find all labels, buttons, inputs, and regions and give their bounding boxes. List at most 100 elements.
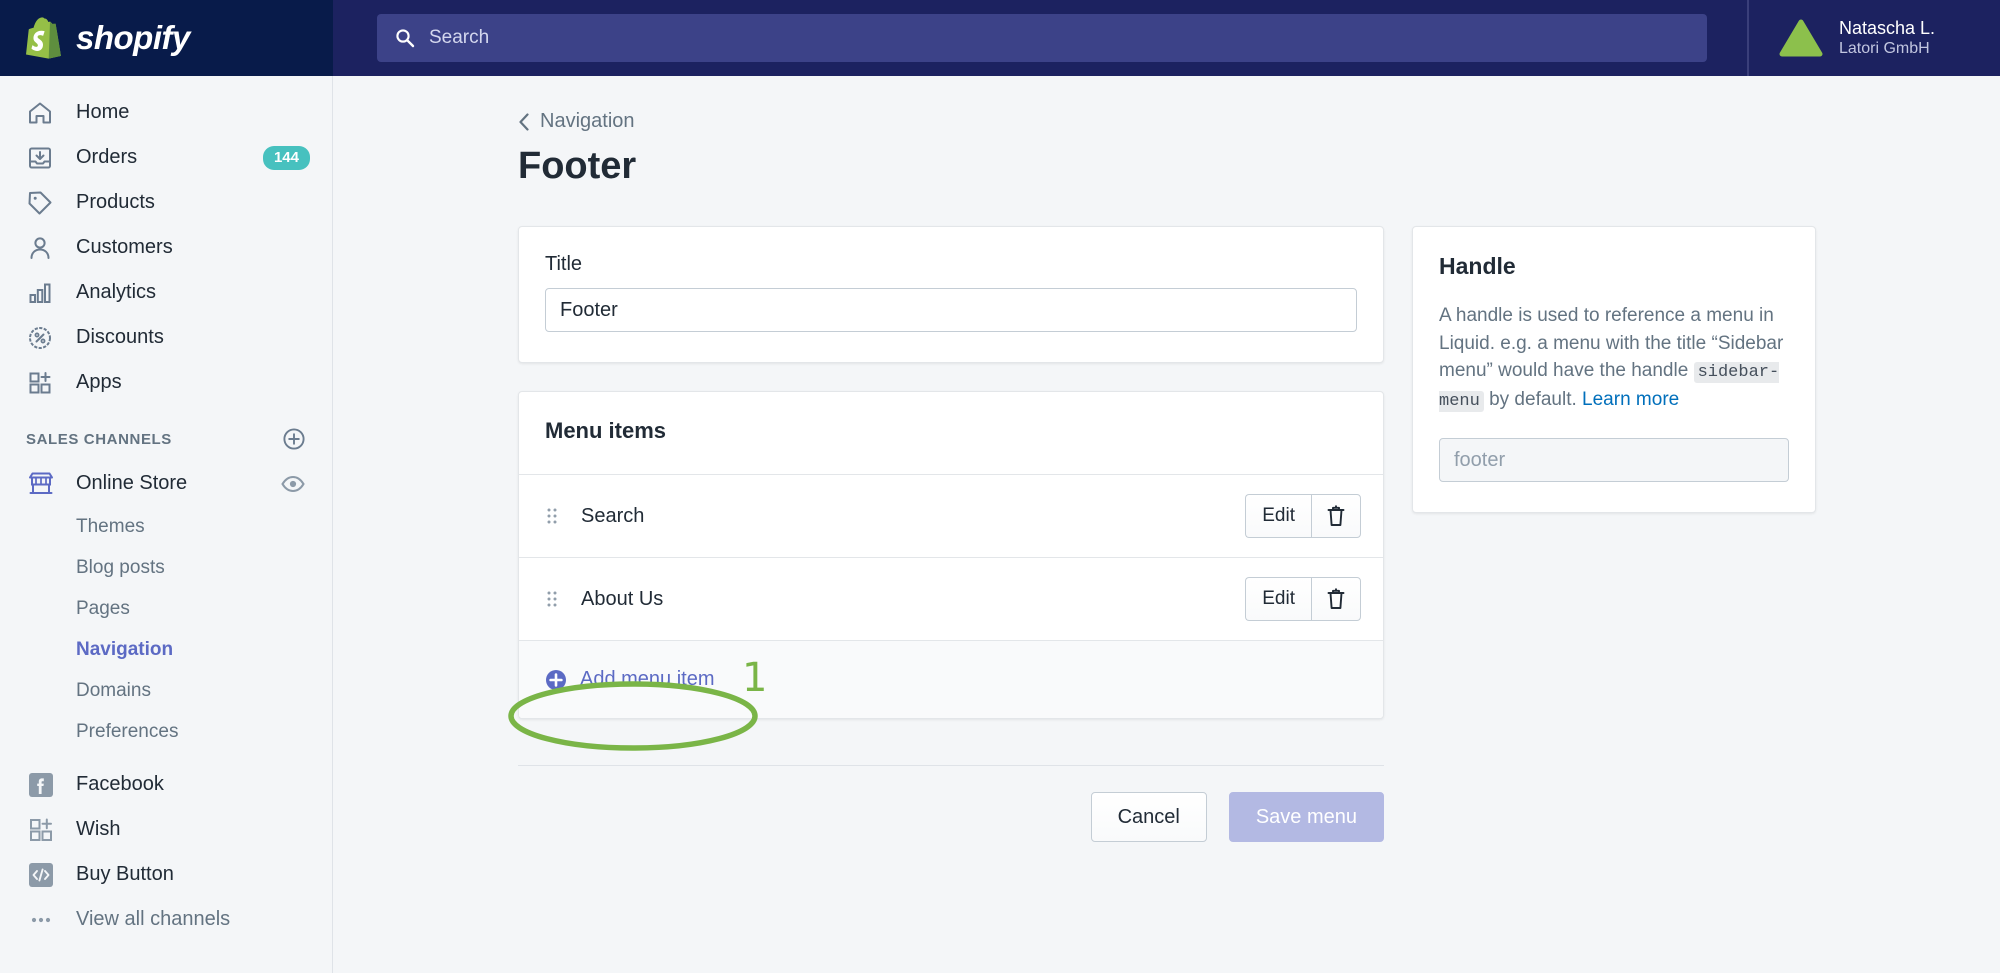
wish-grid-icon [30, 818, 52, 841]
sidebar-item-apps[interactable]: Apps [0, 360, 332, 405]
menu-item-label: Search [581, 504, 645, 527]
trash-icon [1327, 588, 1345, 609]
secondary-column: Handle A handle is used to reference a m… [1412, 226, 1816, 514]
edit-button[interactable]: Edit [1245, 577, 1311, 621]
sidebar-item-label: Customers [76, 236, 173, 258]
save-menu-button[interactable]: Save menu [1228, 792, 1384, 842]
facebook-icon [29, 772, 53, 797]
menu-item-actions: Edit [1245, 494, 1361, 538]
user-menu[interactable]: Natascha L. Latori GmbH [1747, 0, 2000, 76]
drag-handle-icon[interactable] [545, 589, 559, 609]
sidebar-item-navigation[interactable]: Navigation [0, 629, 332, 670]
search-input[interactable]: Search [377, 14, 1707, 62]
add-menu-item-link[interactable]: Add menu item [545, 668, 715, 691]
primary-column: Title Menu items [518, 226, 1384, 842]
title-card-body: Title [519, 227, 1383, 362]
sidebar-item-buy-button[interactable]: Buy Button [0, 852, 332, 897]
search-placeholder: Search [429, 27, 490, 48]
eye-icon[interactable] [280, 471, 306, 497]
storefront-icon [29, 472, 53, 494]
add-menu-item-label: Add menu item [580, 668, 715, 690]
sidebar-subitem-label: Blog posts [76, 556, 165, 578]
menu-items-header: Menu items [545, 418, 667, 443]
sidebar-item-customers[interactable]: Customers [0, 225, 332, 270]
sidebar-item-label: Products [76, 191, 155, 213]
menu-item-row: About Us Edit [519, 557, 1383, 640]
sidebar: Home Orders 144 Products Customers Analy… [0, 76, 333, 973]
title-input[interactable] [545, 288, 1357, 332]
plus-circle-filled-icon [546, 669, 566, 690]
cancel-button[interactable]: Cancel [1090, 792, 1207, 842]
user-org: Latori GmbH [1839, 40, 1930, 58]
sidebar-item-products[interactable]: Products [0, 180, 332, 225]
content-columns: Title Menu items [518, 226, 1888, 842]
products-tag-icon [28, 191, 52, 214]
handle-card-body: Handle A handle is used to reference a m… [1413, 227, 1815, 512]
form-footer: Cancel Save menu [518, 765, 1384, 842]
sidebar-item-domains[interactable]: Domains [0, 670, 332, 711]
sidebar-item-label: Discounts [76, 326, 164, 348]
analytics-bars-icon [29, 283, 51, 303]
title-field-label: Title [545, 253, 583, 275]
search-icon [396, 29, 415, 48]
sidebar-item-label: Home [76, 101, 130, 123]
home-icon [29, 102, 51, 123]
ellipsis-icon [31, 917, 51, 922]
sidebar-subitem-label: Preferences [76, 720, 179, 742]
page-container: Navigation Footer Title Menu items [518, 76, 1888, 842]
sidebar-subitem-label: Pages [76, 597, 130, 619]
sales-channels-title: SALES CHANNELS [26, 430, 172, 448]
sidebar-item-view-all-channels[interactable]: View all channels [0, 897, 332, 942]
sidebar-item-online-store[interactable]: Online Store [0, 461, 332, 506]
sidebar-item-label: Online Store [76, 472, 188, 494]
add-menu-item-row: Add menu item [519, 640, 1383, 718]
chevron-left-icon [519, 112, 529, 131]
sidebar-item-label: Orders [76, 146, 138, 168]
sidebar-item-pages[interactable]: Pages [0, 588, 332, 629]
sidebar-item-label: View all channels [76, 908, 231, 930]
breadcrumb-label: Navigation [540, 110, 635, 132]
discounts-percent-icon [29, 326, 51, 349]
handle-card: Handle A handle is used to reference a m… [1412, 226, 1816, 514]
menu-item-label: About Us [581, 587, 664, 610]
avatar [1779, 19, 1823, 57]
sidebar-subitem-label: Navigation [76, 638, 174, 660]
apps-grid-plus-icon [29, 371, 51, 393]
sales-channels-header: SALES CHANNELS [0, 405, 332, 461]
sidebar-item-label: Facebook [76, 773, 164, 795]
orders-inbox-icon [29, 147, 51, 168]
sidebar-item-preferences[interactable]: Preferences [0, 711, 332, 752]
sidebar-item-label: Buy Button [76, 863, 174, 885]
sidebar-item-label: Wish [76, 818, 121, 840]
title-card: Title [518, 226, 1384, 363]
search-area: Search [333, 14, 1747, 62]
sidebar-subitem-label: Themes [76, 515, 145, 537]
menu-items-card: Menu items Search Edit About Us Edit Add… [518, 391, 1384, 719]
user-text: Natascha L. Latori GmbH [1839, 17, 1935, 60]
delete-button[interactable] [1311, 577, 1361, 621]
sidebar-item-blog-posts[interactable]: Blog posts [0, 547, 332, 588]
sidebar-item-analytics[interactable]: Analytics [0, 270, 332, 315]
menu-item-row: Search Edit [519, 474, 1383, 557]
shopify-admin-window: shopify Search Natascha L. Latori GmbH H… [0, 0, 2000, 973]
orders-badge: 144 [262, 145, 310, 170]
shopify-wordmark: shopify [76, 19, 190, 56]
sidebar-item-discounts[interactable]: Discounts [0, 315, 332, 360]
shopify-bag-icon [26, 17, 61, 59]
drag-handle-icon[interactable] [545, 506, 559, 526]
sidebar-item-label: Analytics [76, 281, 157, 303]
sidebar-item-facebook[interactable]: Facebook [0, 762, 332, 807]
learn-more-link[interactable]: Learn more [1582, 389, 1679, 410]
sidebar-item-label: Apps [76, 371, 122, 393]
handle-input[interactable] [1439, 438, 1789, 483]
sidebar-item-orders[interactable]: Orders 144 [0, 135, 332, 180]
sidebar-item-home[interactable]: Home [0, 90, 332, 135]
shopify-logo[interactable]: shopify [0, 0, 333, 76]
footer-actions: Cancel Save menu [518, 792, 1384, 842]
breadcrumb[interactable]: Navigation [518, 110, 1888, 133]
sidebar-item-themes[interactable]: Themes [0, 506, 332, 547]
delete-button[interactable] [1311, 494, 1361, 538]
sidebar-item-wish[interactable]: Wish [0, 807, 332, 852]
edit-button[interactable]: Edit [1245, 494, 1311, 538]
plus-circle-icon[interactable] [282, 427, 306, 451]
